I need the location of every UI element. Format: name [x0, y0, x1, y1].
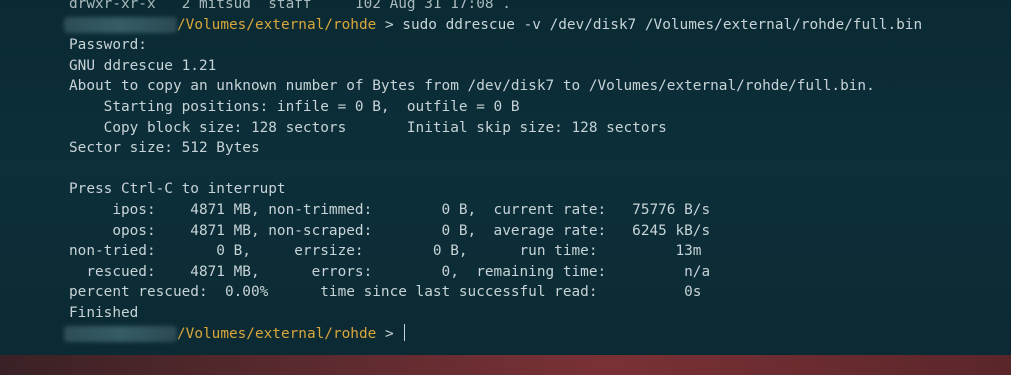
status-line-nontried: non-tried: 0 B, errsize: 0 B, run time: …: [69, 243, 702, 260]
output-line: GNU ddrescue 1.21: [69, 57, 217, 74]
status-line-rescued: rescued: 4871 MB, errors: 0, remaining t…: [69, 263, 711, 280]
output-line: Starting positions: infile = 0 B, outfil…: [69, 98, 520, 115]
output-line: Password:: [69, 37, 147, 54]
prompt-path: /Volumes/external/rohde: [177, 325, 377, 342]
terminal-output[interactable]: drwxr-xr-x 2 mitsud staff 102 Aug 31 17:…: [0, 0, 1011, 344]
terminal-window[interactable]: drwxr-xr-x 2 mitsud staff 102 Aug 31 17:…: [0, 0, 1011, 375]
output-line: About to copy an unknown number of Bytes…: [69, 78, 875, 95]
text-cursor: [404, 323, 406, 341]
desktop-background-strip: [0, 355, 1011, 375]
prompt-symbol: >: [376, 16, 403, 33]
redacted-user-host: [64, 325, 177, 342]
prompt-symbol: >: [376, 325, 403, 342]
prompt-line-1: /Volumes/external/rohde > sudo ddrescue …: [0, 15, 1011, 36]
listing-line: drwxr-xr-x 2 mitsud staff 102 Aug 31 17:…: [0, 0, 1011, 15]
listing-text: drwxr-xr-x 2 mitsud staff 102 Aug 31 17:…: [69, 0, 511, 12]
output-line: Sector size: 512 Bytes: [69, 140, 260, 157]
status-line-ipos: ipos: 4871 MB, non-trimmed: 0 B, current…: [69, 201, 711, 218]
redacted-user-host: [64, 16, 177, 33]
status-line-percent: percent rescued: 0.00% time since last s…: [69, 284, 702, 301]
output-line: Press Ctrl-C to interrupt: [69, 181, 286, 198]
prompt-path: /Volumes/external/rohde: [177, 16, 377, 33]
status-line-opos: opos: 4871 MB, non-scraped: 0 B, average…: [69, 222, 711, 239]
command-text: sudo ddrescue -v /dev/disk7 /Volumes/ext…: [402, 16, 923, 33]
output-line: Finished: [69, 304, 139, 321]
prompt-line-2[interactable]: /Volumes/external/rohde >: [0, 323, 1011, 345]
output-line: Copy block size: 128 sectors Initial ski…: [69, 119, 667, 136]
